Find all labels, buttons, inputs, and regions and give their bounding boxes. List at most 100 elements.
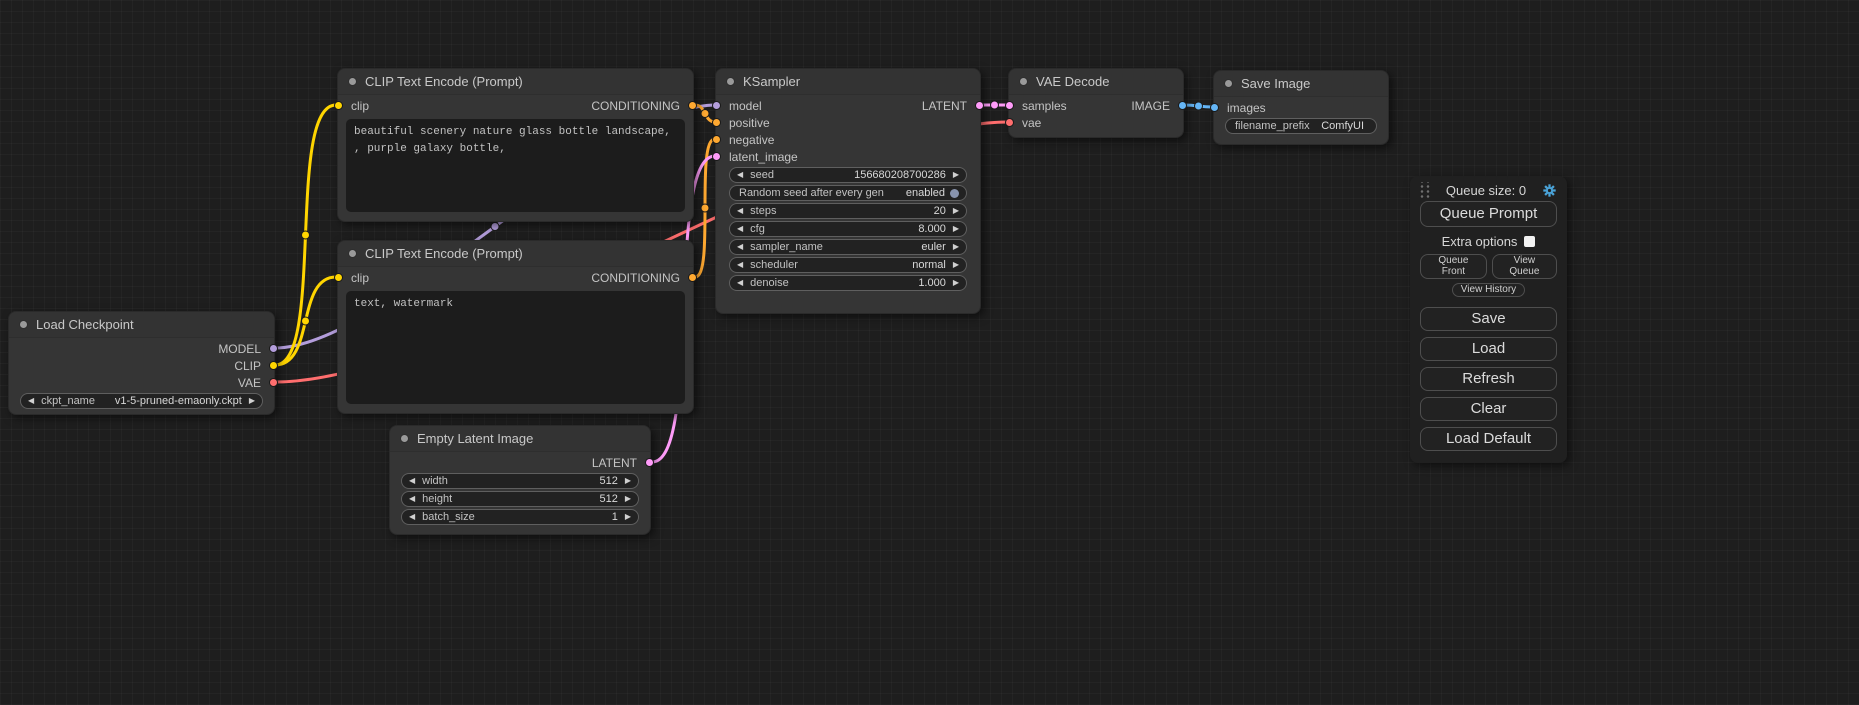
next-value-arrow-icon[interactable]: ▶ xyxy=(953,261,959,269)
input-port-images[interactable] xyxy=(1210,103,1219,112)
decrement-arrow-icon[interactable]: ◀ xyxy=(737,225,743,233)
node-vae-decode[interactable]: VAE Decode samples IMAGE vae xyxy=(1008,68,1184,138)
widget-seed[interactable]: ◀ seed 156680208700286 ▶ xyxy=(729,167,967,183)
input-slot-positive[interactable]: positive xyxy=(716,114,980,131)
increment-arrow-icon[interactable]: ▶ xyxy=(625,477,631,485)
input-slot-samples[interactable]: samples xyxy=(1009,97,1096,114)
collapse-dot-icon[interactable] xyxy=(726,77,735,86)
input-slot-latent-image[interactable]: latent_image xyxy=(716,148,980,165)
next-value-arrow-icon[interactable]: ▶ xyxy=(249,397,255,405)
increment-arrow-icon[interactable]: ▶ xyxy=(953,225,959,233)
prev-value-arrow-icon[interactable]: ◀ xyxy=(28,397,34,405)
clear-button[interactable]: Clear xyxy=(1420,397,1557,421)
widget-random-seed[interactable]: Random seed after every gen enabled xyxy=(729,185,967,201)
increment-arrow-icon[interactable]: ▶ xyxy=(953,279,959,287)
node-save-image[interactable]: Save Image images filename_prefix ComfyU… xyxy=(1213,70,1389,145)
increment-arrow-icon[interactable]: ▶ xyxy=(625,495,631,503)
node-clip-text-encode-positive[interactable]: CLIP Text Encode (Prompt) clip CONDITION… xyxy=(337,68,694,222)
collapse-dot-icon[interactable] xyxy=(19,320,28,329)
prev-value-arrow-icon[interactable]: ◀ xyxy=(737,243,743,251)
next-value-arrow-icon[interactable]: ▶ xyxy=(953,243,959,251)
prompt-textarea[interactable]: beautiful scenery nature glass bottle la… xyxy=(346,119,685,212)
decrement-arrow-icon[interactable]: ◀ xyxy=(737,279,743,287)
prompt-textarea[interactable]: text, watermark xyxy=(346,291,685,404)
queue-prompt-button[interactable]: Queue Prompt xyxy=(1420,201,1557,227)
widget-batch-size[interactable]: ◀ batch_size 1 ▶ xyxy=(401,509,639,525)
view-queue-button[interactable]: View Queue xyxy=(1492,254,1557,279)
input-slot-model[interactable]: model xyxy=(716,97,848,114)
input-port-negative[interactable] xyxy=(712,135,721,144)
output-port-clip[interactable] xyxy=(269,361,278,370)
output-port-latent[interactable] xyxy=(975,101,984,110)
drag-handle-icon[interactable] xyxy=(1418,182,1430,198)
input-port-clip[interactable] xyxy=(334,273,343,282)
input-slot-negative[interactable]: negative xyxy=(716,131,980,148)
increment-arrow-icon[interactable]: ▶ xyxy=(953,207,959,215)
node-empty-latent-image[interactable]: Empty Latent Image LATENT ◀ width 512 ▶ … xyxy=(389,425,651,535)
decrement-arrow-icon[interactable]: ◀ xyxy=(409,495,415,503)
node-titlebar[interactable]: KSampler xyxy=(716,69,980,95)
input-slot-images[interactable]: images xyxy=(1214,99,1388,116)
queue-front-button[interactable]: Queue Front xyxy=(1420,254,1487,279)
input-port-model[interactable] xyxy=(712,101,721,110)
node-ksampler[interactable]: KSampler model LATENT positive xyxy=(715,68,981,314)
prev-value-arrow-icon[interactable]: ◀ xyxy=(737,261,743,269)
widget-width[interactable]: ◀ width 512 ▶ xyxy=(401,473,639,489)
widget-ckpt-name[interactable]: ◀ ckpt_name v1-5-pruned-emaonly.ckpt ▶ xyxy=(20,393,263,409)
load-button[interactable]: Load xyxy=(1420,337,1557,361)
collapse-dot-icon[interactable] xyxy=(1019,77,1028,86)
output-slot-model[interactable]: MODEL xyxy=(9,340,274,357)
node-titlebar[interactable]: CLIP Text Encode (Prompt) xyxy=(338,69,693,95)
widget-sampler-name[interactable]: ◀ sampler_name euler ▶ xyxy=(729,239,967,255)
graph-canvas[interactable]: Load Checkpoint MODEL CLIP VAE xyxy=(0,0,1859,705)
widget-height[interactable]: ◀ height 512 ▶ xyxy=(401,491,639,507)
input-port-vae[interactable] xyxy=(1005,118,1014,127)
view-history-button[interactable]: View History xyxy=(1452,283,1525,297)
settings-gear-icon[interactable] xyxy=(1542,183,1557,198)
output-slot-latent[interactable]: LATENT xyxy=(848,97,980,114)
node-load-checkpoint[interactable]: Load Checkpoint MODEL CLIP VAE xyxy=(8,311,275,415)
input-slot-clip[interactable]: clip xyxy=(338,269,516,286)
widget-filename-prefix[interactable]: filename_prefix ComfyUI xyxy=(1225,118,1377,134)
node-titlebar[interactable]: VAE Decode xyxy=(1009,69,1183,95)
output-slot-latent[interactable]: LATENT xyxy=(390,454,650,471)
input-port-samples[interactable] xyxy=(1005,101,1014,110)
node-titlebar[interactable]: Empty Latent Image xyxy=(390,426,650,452)
output-port-conditioning[interactable] xyxy=(688,101,697,110)
widget-steps[interactable]: ◀ steps 20 ▶ xyxy=(729,203,967,219)
output-slot-clip[interactable]: CLIP xyxy=(9,357,274,374)
widget-scheduler[interactable]: ◀ scheduler normal ▶ xyxy=(729,257,967,273)
input-port-latent-image[interactable] xyxy=(712,152,721,161)
node-titlebar[interactable]: Load Checkpoint xyxy=(9,312,274,338)
collapse-dot-icon[interactable] xyxy=(348,77,357,86)
widget-denoise[interactable]: ◀ denoise 1.000 ▶ xyxy=(729,275,967,291)
input-port-clip[interactable] xyxy=(334,101,343,110)
node-titlebar[interactable]: CLIP Text Encode (Prompt) xyxy=(338,241,693,267)
input-slot-vae[interactable]: vae xyxy=(1009,114,1183,131)
increment-arrow-icon[interactable]: ▶ xyxy=(625,513,631,521)
load-default-button[interactable]: Load Default xyxy=(1420,427,1557,451)
collapse-dot-icon[interactable] xyxy=(1224,79,1233,88)
node-clip-text-encode-negative[interactable]: CLIP Text Encode (Prompt) clip CONDITION… xyxy=(337,240,694,414)
extra-options-checkbox[interactable] xyxy=(1524,236,1535,247)
collapse-dot-icon[interactable] xyxy=(400,434,409,443)
widget-cfg[interactable]: ◀ cfg 8.000 ▶ xyxy=(729,221,967,237)
input-port-positive[interactable] xyxy=(712,118,721,127)
save-button[interactable]: Save xyxy=(1420,307,1557,331)
output-port-latent[interactable] xyxy=(645,458,654,467)
increment-arrow-icon[interactable]: ▶ xyxy=(953,171,959,179)
decrement-arrow-icon[interactable]: ◀ xyxy=(409,477,415,485)
random-seed-toggle-dot[interactable] xyxy=(950,189,959,198)
output-slot-conditioning[interactable]: CONDITIONING xyxy=(516,97,694,114)
output-slot-vae[interactable]: VAE xyxy=(9,374,274,391)
output-port-image[interactable] xyxy=(1178,101,1187,110)
output-slot-image[interactable]: IMAGE xyxy=(1096,97,1183,114)
collapse-dot-icon[interactable] xyxy=(348,249,357,258)
decrement-arrow-icon[interactable]: ◀ xyxy=(409,513,415,521)
output-port-conditioning[interactable] xyxy=(688,273,697,282)
input-slot-clip[interactable]: clip xyxy=(338,97,516,114)
decrement-arrow-icon[interactable]: ◀ xyxy=(737,207,743,215)
output-port-model[interactable] xyxy=(269,344,278,353)
output-port-vae[interactable] xyxy=(269,378,278,387)
node-titlebar[interactable]: Save Image xyxy=(1214,71,1388,97)
